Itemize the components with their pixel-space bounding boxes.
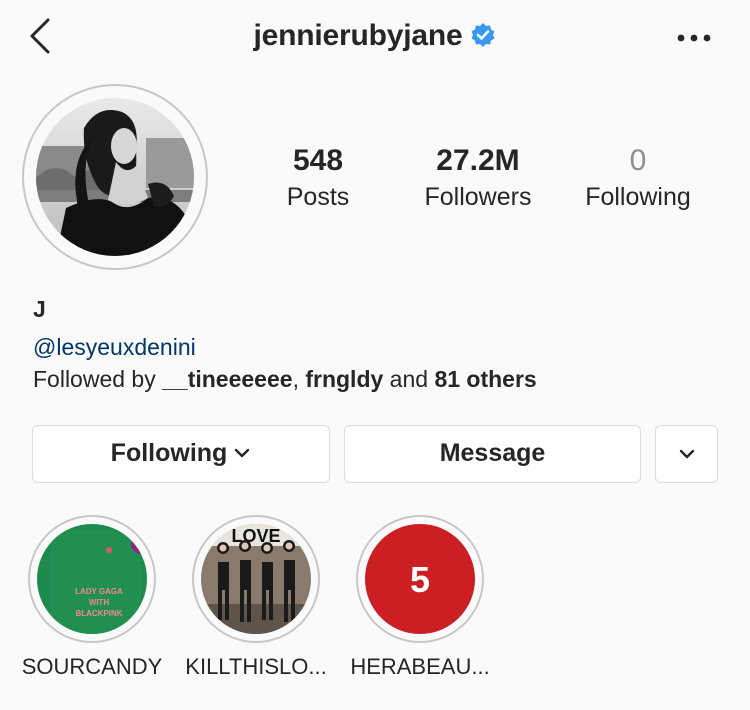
followed-by-text[interactable]: Followed by __tineeeeee, frngldy and 81 … [33, 366, 537, 393]
highlight-cover-text-2: WITH [89, 598, 110, 607]
highlight-cover-killthislove: LOVE [201, 524, 311, 634]
followed-by-user-1: __tineeeeee [162, 366, 293, 392]
verified-badge-icon [471, 23, 495, 47]
more-horizontal-icon [677, 34, 711, 42]
highlight-herabeauty[interactable]: 5 [356, 515, 484, 643]
highlight-cover-text-5: 5 [410, 559, 430, 600]
more-options-button[interactable] [672, 20, 718, 56]
avatar[interactable] [36, 98, 194, 256]
stat-followers-value: 27.2M [436, 144, 520, 177]
highlight-label-herabeauty: HERABEAU... [350, 654, 490, 679]
stat-posts[interactable]: 548 Posts [238, 142, 398, 214]
stat-posts-label: Posts [286, 183, 350, 211]
profile-name: J [33, 296, 46, 322]
stat-posts-value: 548 [292, 144, 344, 177]
username: jennierubyjane [253, 19, 463, 52]
highlight-sourcandy[interactable]: LADY GAGA WITH BLACKPINK [28, 515, 156, 643]
followed-by-others: 81 others [434, 366, 537, 392]
followed-by-user-2: frngldy [305, 366, 384, 392]
highlight-cover-herabeauty: 5 [365, 524, 475, 634]
bio-mention-link[interactable]: @lesyeuxdenini [33, 334, 196, 361]
suggested-dropdown-button[interactable] [655, 425, 718, 483]
chevron-down-icon [235, 448, 250, 458]
followed-by-prefix: Followed by [33, 366, 163, 392]
highlight-cover-text-3: BLACKPINK [75, 609, 122, 618]
following-button-label: Following [110, 439, 228, 467]
message-button-label: Message [439, 439, 546, 467]
followed-by-separator: , [292, 366, 306, 392]
message-button[interactable]: Message [344, 425, 641, 483]
chevron-down-icon [679, 450, 694, 459]
stat-following-value: 0 [629, 144, 647, 177]
highlight-label-killthislove: KILLTHISLO... [185, 654, 327, 679]
stat-followers[interactable]: 27.2M Followers [398, 142, 558, 214]
stat-following[interactable]: 0 Following [558, 142, 718, 214]
highlight-cover-text-love: LOVE [231, 526, 280, 546]
highlight-cover-sourcandy: LADY GAGA WITH BLACKPINK [37, 524, 147, 634]
highlight-cover-text-1: LADY GAGA [75, 587, 123, 596]
highlight-killthislove[interactable]: LOVE [192, 515, 320, 643]
followed-by-and: and [383, 366, 435, 392]
following-button[interactable]: Following [32, 425, 330, 483]
stat-following-label: Following [585, 183, 691, 211]
highlight-label-sourcandy: SOURCANDY [21, 654, 163, 679]
profile-header: jennierubyjane [0, 14, 750, 58]
stat-followers-label: Followers [424, 183, 532, 211]
